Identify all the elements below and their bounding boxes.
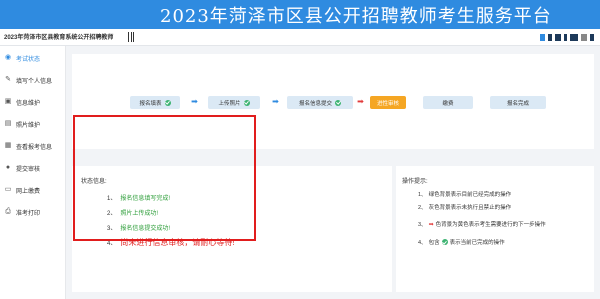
app-title: 2023年菏泽市区县教育系统公开招聘教师: [4, 35, 114, 41]
hint-row: 3、 ➡ 色背景为黄色表示考生需要进行的下一步操作: [418, 220, 546, 229]
step-submit-info: 报名信息提交: [287, 96, 353, 109]
user-info-block: [564, 33, 567, 41]
user-info-block: [570, 33, 578, 41]
sidebar-item-label: 信息维护: [16, 100, 41, 107]
step-payment: 缴费: [423, 96, 473, 109]
top-bar: 2023年菏泽市区县教育系统公开招聘教师: [0, 29, 600, 46]
sidebar-item-personal-info[interactable]: ✎ 填写个人信息: [0, 73, 66, 87]
info-icon: ▣: [4, 98, 12, 105]
photo-icon: ▤: [4, 120, 12, 127]
step-upload-photo: 上传照片: [208, 96, 260, 109]
menu-toggle-icon[interactable]: [128, 32, 134, 42]
sidebar-item-label: 查看报考信息: [16, 144, 53, 151]
hint-row: 1、 绿色背景表示目前已经完成的操作: [418, 190, 511, 198]
sidebar-item-label: 准考打印: [16, 210, 41, 217]
hint-row: 2、 灰色背景表示未执行且禁止的操作: [418, 203, 511, 211]
check-circle-icon: [441, 239, 448, 245]
status-row-number: 4、: [107, 241, 117, 247]
step-label: 进性审核: [376, 100, 399, 107]
hint-row-number: 2、: [418, 205, 427, 211]
sidebar-item-online-payment[interactable]: ▭ 网上缴费: [0, 183, 66, 197]
check-circle-icon: [164, 99, 171, 106]
print-icon: ⎙: [5, 208, 11, 215]
operation-hints-panel: 操作提示: 1、 绿色背景表示目前已经完成的操作 2、 灰色背景表示未执行且禁止的操…: [396, 166, 594, 292]
step-review-current[interactable]: 进性审核: [370, 96, 406, 109]
pay-icon: ▭: [4, 186, 12, 193]
status-icon: ◉: [4, 54, 12, 61]
step-arrow-icon: ➡: [191, 97, 198, 106]
hint-row-prefix: 包含: [428, 240, 440, 246]
step-arrow-icon: ➡: [272, 97, 279, 106]
sidebar-item-photo-maintenance[interactable]: ▤ 照片维护: [0, 117, 66, 131]
hint-row: 4、 包含 表示当前已完成的操作: [418, 238, 505, 246]
sidebar-item-label: 考试状态: [16, 56, 41, 63]
hint-row-text: 灰色背景表示未执行且禁止的操作: [428, 205, 512, 211]
hint-row-number: 1、: [418, 192, 427, 198]
sidebar-item-label: 网上缴费: [16, 188, 41, 195]
sidebar-item-exam-status[interactable]: ◉ 考试状态: [0, 51, 66, 65]
step-label: 报名完成: [506, 100, 529, 107]
step-label: 报名填表: [139, 100, 162, 107]
sidebar-item-submit-review[interactable]: ● 提交审核: [0, 161, 66, 175]
user-info-block: [581, 33, 587, 41]
user-avatar-icon: [540, 33, 545, 41]
sidebar-item-view-application[interactable]: ▦ 查看报考信息: [0, 139, 66, 153]
check-circle-icon: [243, 99, 250, 106]
hint-row-text: 绿色背景表示目前已经完成的操作: [428, 192, 512, 198]
step-label: 缴费: [442, 100, 454, 107]
red-arrow-icon: ➡: [428, 221, 434, 228]
step-complete: 报名完成: [490, 96, 546, 109]
view-icon: ▦: [4, 142, 12, 149]
sidebar-item-admission-print[interactable]: ⎙ 准考打印: [0, 205, 66, 219]
step-arrow-next-icon: ➡: [357, 97, 364, 106]
edit-icon: ✎: [5, 76, 11, 83]
check-circle-icon: [335, 99, 341, 106]
user-info-block: [555, 33, 561, 41]
hint-row-text: 色背景为黄色表示考生需要进行的下一步操作: [435, 222, 546, 228]
step-fill-form: 报名填表: [130, 96, 180, 109]
user-area[interactable]: [540, 33, 594, 41]
user-info-block: [590, 33, 594, 41]
sidebar-item-label: 照片维护: [16, 122, 41, 129]
hint-row-number: 4、: [418, 240, 427, 246]
hint-row-text: 表示当前已完成的操作: [449, 240, 505, 246]
highlight-annotation-box: [73, 115, 256, 241]
step-label: 上传照片: [218, 100, 241, 107]
sidebar-item-label: 提交审核: [16, 166, 41, 173]
user-info-block: [548, 33, 552, 41]
banner-title: 2023年菏泽市区县公开招聘教师考生服务平台: [160, 6, 552, 27]
sidebar: ◉ 考试状态 ✎ 填写个人信息 ▣ 信息维护 ▤ 照片维护 ▦ 查看报考信息 ●…: [0, 46, 66, 299]
step-label: 报名信息提交: [298, 100, 332, 107]
submit-icon: ●: [5, 164, 11, 171]
sidebar-item-label: 填写个人信息: [16, 78, 53, 85]
banner: 2023年菏泽市区县公开招聘教师考生服务平台: [0, 0, 600, 29]
hints-title: 操作提示:: [402, 179, 428, 185]
sidebar-item-info-maintenance[interactable]: ▣ 信息维护: [0, 95, 66, 109]
hint-row-number: 3、: [418, 222, 427, 228]
